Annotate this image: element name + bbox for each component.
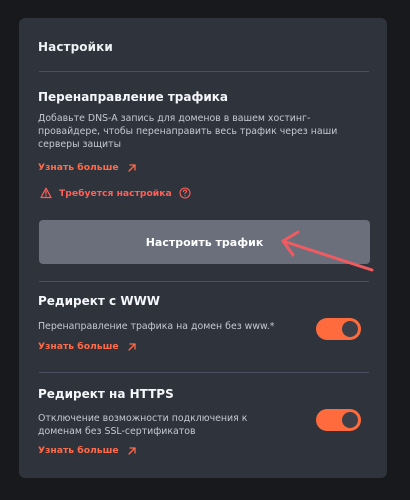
https-learn-more-label: Узнать больше [38,445,119,456]
arrow-up-right-icon [127,342,136,351]
www-redirect-toggle[interactable] [316,318,361,340]
https-redirect-description-line-2: доменам без SSL-сертификатов [38,426,196,437]
www-learn-more-link[interactable]: Узнать больше [38,341,137,352]
https-learn-more-link[interactable]: Узнать больше [38,445,137,456]
https-redirect-title: Редирект на HTTPS [38,387,174,401]
settings-title: Настройки [38,40,113,54]
www-redirect-title: Редирект с WWW [38,294,161,308]
configuration-warning: Требуется настройка [40,187,191,199]
https-redirect-toggle[interactable] [316,409,361,431]
www-learn-more-label: Узнать больше [38,341,119,352]
settings-divider-top [39,71,369,72]
https-redirect-description-line-1: Отключение возможности подключения к [38,413,248,424]
section-divider-www [39,281,369,282]
arrow-up-right-icon [127,446,136,455]
https-redirect-description: Отключение возможности подключения к дом… [38,412,247,438]
traffic-learn-more-label: Узнать больше [38,162,119,173]
www-redirect-toggle-knob [342,321,358,337]
warning-text: Требуется настройка [59,187,172,199]
section-divider-https [39,372,369,373]
traffic-redirect-title: Перенаправление трафика [38,90,229,104]
traffic-redirect-description: Добавьте DNS-A запись для доменов в ваше… [38,112,337,151]
www-redirect-description-line-1: Перенаправление трафика на домен без www… [38,321,275,332]
traffic-learn-more-link[interactable]: Узнать больше [38,162,137,173]
traffic-redirect-description-line-3: серверы защиты [38,139,122,150]
warning-triangle-icon [40,187,52,199]
configure-traffic-button[interactable]: Настроить трафик [39,220,370,264]
https-redirect-toggle-knob [342,412,358,428]
traffic-redirect-description-line-1: Добавьте DNS-A запись для доменов в ваше… [38,113,311,124]
question-circle-icon[interactable] [179,187,191,199]
www-redirect-description: Перенаправление трафика на домен без www… [38,320,275,333]
traffic-redirect-description-line-2: провайдере, чтобы перенаправить весь тра… [38,126,338,137]
settings-panel: Настройки Перенаправление трафика Добавь… [19,18,387,478]
arrow-up-right-icon [127,163,136,172]
